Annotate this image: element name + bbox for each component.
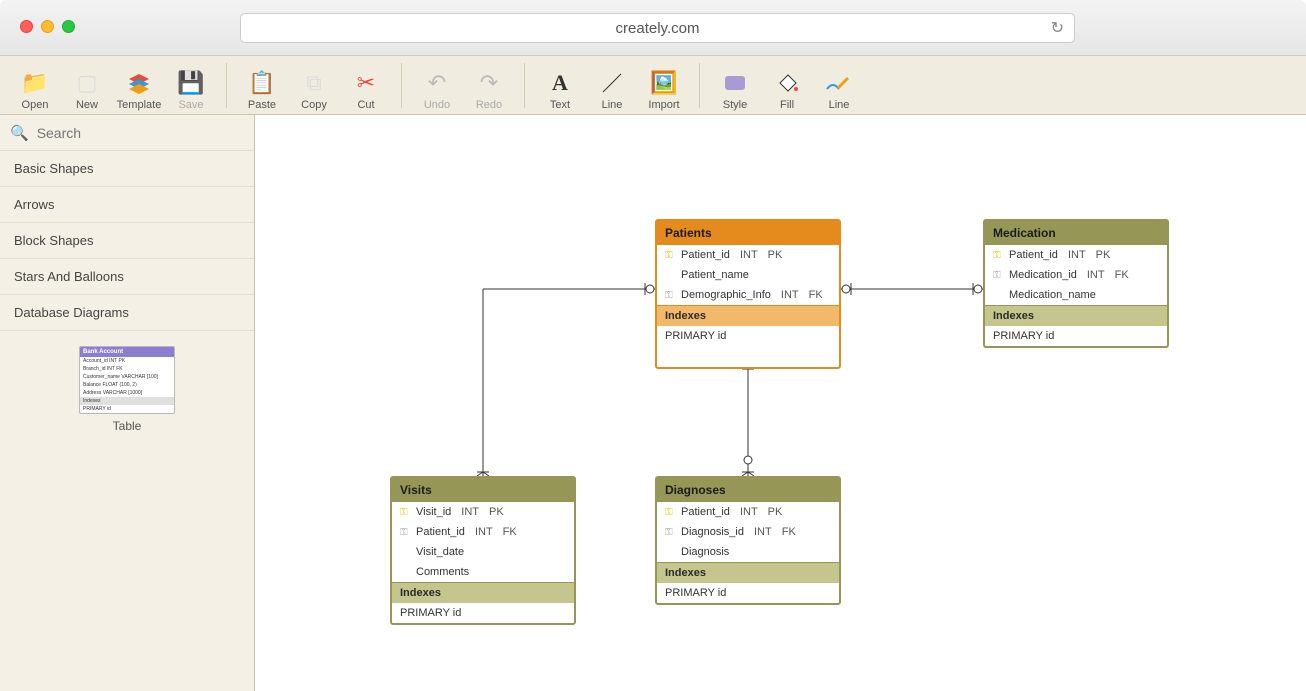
table-title: Visits <box>392 478 574 502</box>
sidebar-cat-database-diagrams[interactable]: Database Diagrams <box>0 295 254 331</box>
key-icon: ⚿ <box>665 527 675 538</box>
divider <box>226 63 227 108</box>
text-icon: A <box>546 69 574 97</box>
table-visits[interactable]: Visits ⚿Visit_idINTPK ⚿Patient_idINTFK V… <box>390 476 576 625</box>
table-patients[interactable]: Patients ⚿Patient_idINTPK Patient_name ⚿… <box>655 219 841 369</box>
cut-button[interactable]: ✂Cut <box>341 59 391 111</box>
new-button[interactable]: ▢New <box>62 59 112 111</box>
fill-button[interactable]: Fill <box>762 59 812 111</box>
save-icon: 💾 <box>177 69 205 97</box>
template-button[interactable]: Template <box>114 59 164 111</box>
divider <box>401 63 402 108</box>
table-diagnoses[interactable]: Diagnoses ⚿Patient_idINTPK ⚿Diagnosis_id… <box>655 476 841 605</box>
traffic-lights <box>20 20 75 33</box>
undo-icon: ↶ <box>423 69 451 97</box>
copy-icon: ⧉ <box>300 69 328 97</box>
key-icon: ⚿ <box>665 250 675 261</box>
maximize-window-button[interactable] <box>62 20 75 33</box>
browser-chrome: creately.com ↻ <box>0 0 1306 56</box>
key-icon: ⚿ <box>400 527 410 538</box>
copy-button[interactable]: ⧉Copy <box>289 59 339 111</box>
image-icon: 🖼️ <box>650 69 678 97</box>
toolbar: 📁Open ▢New Template 💾Save 📋Paste ⧉Copy ✂… <box>0 56 1306 115</box>
scissors-icon: ✂ <box>352 69 380 97</box>
shape-thumb-label: Table <box>79 419 175 433</box>
open-button[interactable]: 📁Open <box>10 59 60 111</box>
url-bar[interactable]: creately.com ↻ <box>240 13 1075 43</box>
sidebar-cat-basic-shapes[interactable]: Basic Shapes <box>0 151 254 187</box>
key-icon: ⚿ <box>665 507 675 518</box>
sidebar-cat-stars-balloons[interactable]: Stars And Balloons <box>0 259 254 295</box>
canvas[interactable]: Patients ⚿Patient_idINTPK Patient_name ⚿… <box>255 115 1306 691</box>
key-icon: ⚿ <box>993 250 1003 261</box>
line-icon <box>598 69 626 97</box>
clipboard-icon: 📋 <box>248 69 276 97</box>
reload-icon[interactable]: ↻ <box>1051 18 1064 38</box>
sidebar: 🔍 Basic Shapes Arrows Block Shapes Stars… <box>0 115 255 691</box>
undo-button[interactable]: ↶Undo <box>412 59 462 111</box>
line-style-button[interactable]: Line <box>814 59 864 111</box>
text-tool-button[interactable]: AText <box>535 59 585 111</box>
divider <box>524 63 525 108</box>
template-icon <box>125 69 153 97</box>
shape-panel: Bank Account Account_id INT PK Branch_id… <box>0 331 254 448</box>
pencil-line-icon <box>825 69 853 97</box>
save-button[interactable]: 💾Save <box>166 59 216 111</box>
search-input[interactable] <box>37 125 217 141</box>
line-tool-button[interactable]: Line <box>587 59 637 111</box>
style-icon <box>721 69 749 97</box>
redo-icon: ↷ <box>475 69 503 97</box>
table-medication[interactable]: Medication ⚿Patient_idINTPK ⚿Medication_… <box>983 219 1169 348</box>
url-text: creately.com <box>616 20 700 37</box>
key-icon: ⚿ <box>993 270 1003 281</box>
key-icon: ⚿ <box>400 507 410 518</box>
search-icon: 🔍 <box>10 124 29 142</box>
table-title: Medication <box>985 221 1167 245</box>
table-title: Patients <box>657 221 839 245</box>
style-button[interactable]: Style <box>710 59 760 111</box>
sidebar-cat-arrows[interactable]: Arrows <box>0 187 254 223</box>
key-icon: ⚿ <box>665 290 675 301</box>
divider <box>699 63 700 108</box>
paste-button[interactable]: 📋Paste <box>237 59 287 111</box>
close-window-button[interactable] <box>20 20 33 33</box>
minimize-window-button[interactable] <box>41 20 54 33</box>
shape-thumb-table[interactable]: Bank Account Account_id INT PK Branch_id… <box>79 346 175 433</box>
folder-icon: 📁 <box>21 69 49 97</box>
table-title: Diagnoses <box>657 478 839 502</box>
sidebar-cat-block-shapes[interactable]: Block Shapes <box>0 223 254 259</box>
workspace: 🔍 Basic Shapes Arrows Block Shapes Stars… <box>0 115 1306 691</box>
paint-bucket-icon <box>773 69 801 97</box>
search-row: 🔍 <box>0 115 254 151</box>
file-icon: ▢ <box>73 69 101 97</box>
redo-button[interactable]: ↷Redo <box>464 59 514 111</box>
import-button[interactable]: 🖼️Import <box>639 59 689 111</box>
